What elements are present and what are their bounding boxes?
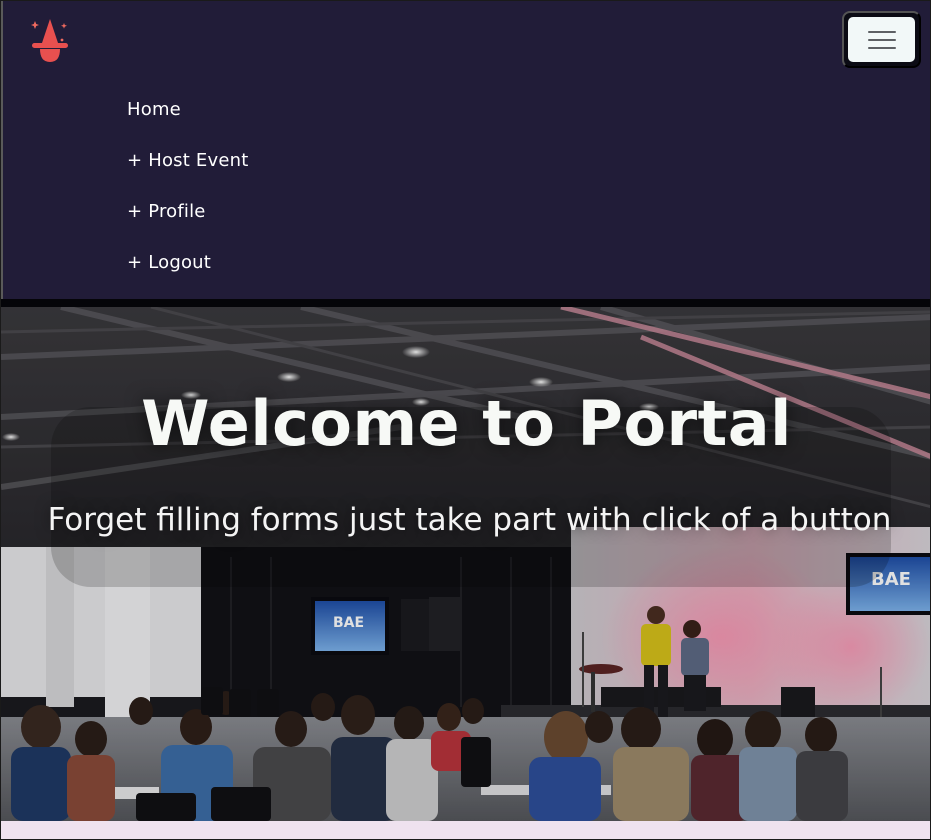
- navbar-toggler-button[interactable]: [842, 11, 921, 68]
- nav-menu: Home + Host Event + Profile + Logout: [127, 93, 248, 297]
- hero-section: BAE BAE Welcome to Portal Forget filling…: [1, 307, 930, 821]
- navbar: Home + Host Event + Profile + Logout: [1, 1, 930, 301]
- page: Home + Host Event + Profile + Logout BAE…: [0, 0, 931, 840]
- nav-item-host-event: + Host Event: [127, 144, 248, 195]
- wizard-hat-logo-icon: [31, 19, 68, 62]
- nav-link-profile[interactable]: + Profile: [127, 195, 248, 246]
- nav-link-host-event[interactable]: + Host Event: [127, 144, 248, 195]
- next-section-strip: [1, 821, 930, 839]
- nav-item-home: Home: [127, 93, 248, 144]
- hero-subtitle: Forget filling forms just take part with…: [47, 502, 892, 538]
- nav-item-logout: + Logout: [127, 246, 248, 297]
- hamburger-menu-icon: [848, 17, 915, 62]
- hero-background-image: BAE BAE: [1, 307, 930, 821]
- hero-title: Welcome to Portal: [141, 387, 792, 460]
- nav-link-home[interactable]: Home: [127, 93, 248, 144]
- nav-item-profile: + Profile: [127, 195, 248, 246]
- nav-link-logout[interactable]: + Logout: [127, 246, 248, 297]
- brand-logo-link[interactable]: [27, 13, 73, 67]
- navbar-divider: [1, 299, 930, 307]
